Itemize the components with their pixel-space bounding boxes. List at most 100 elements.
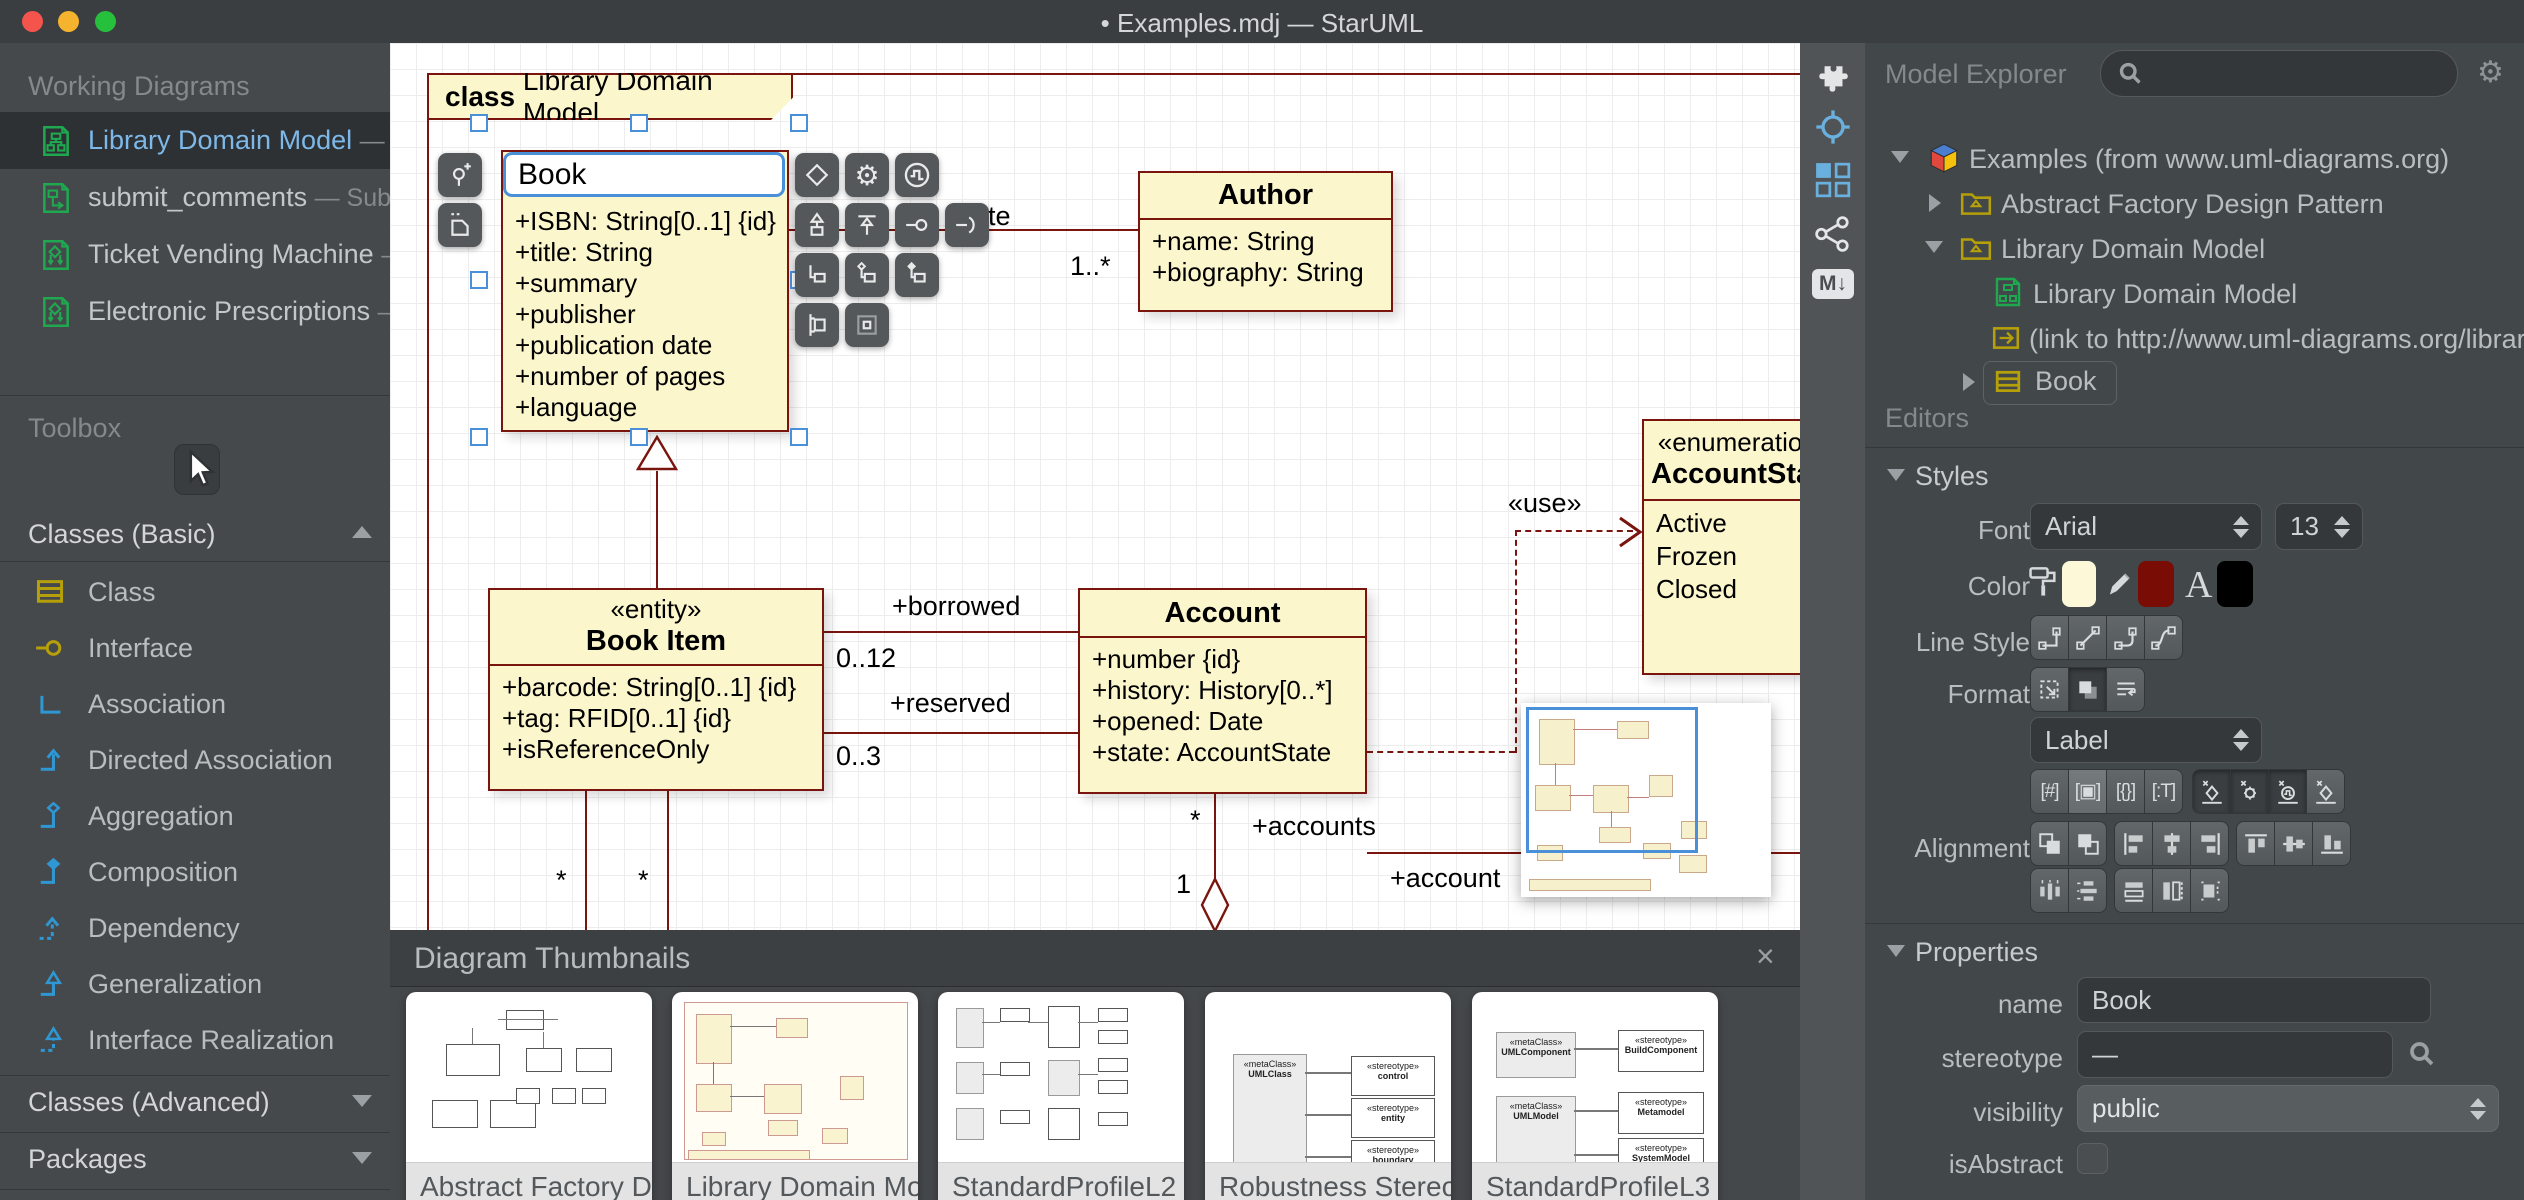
line-color-swatch[interactable] bbox=[2138, 561, 2174, 607]
tool-directed-association[interactable]: Directed Association bbox=[0, 732, 390, 788]
thumbnail-library-domain-model[interactable]: Library Domain Model bbox=[672, 992, 918, 1200]
working-diagram-library-domain-model[interactable]: Library Domain Model — Lib bbox=[0, 112, 390, 169]
section-classes-basic[interactable]: Classes (Basic) bbox=[28, 519, 216, 550]
resize-handle[interactable] bbox=[790, 428, 808, 446]
align-center-button[interactable] bbox=[2152, 821, 2191, 866]
class-name-editor[interactable]: Book bbox=[503, 152, 785, 197]
same-width-button[interactable] bbox=[2152, 868, 2191, 913]
suppress-operations-toggle[interactable] bbox=[2230, 769, 2269, 814]
class-author[interactable]: Author +name: String +biography: String bbox=[1138, 171, 1393, 312]
resize-handle[interactable] bbox=[470, 271, 488, 289]
align-right-button[interactable] bbox=[2190, 821, 2229, 866]
suppress-attributes-toggle[interactable] bbox=[2192, 769, 2231, 814]
format-shadow-button[interactable] bbox=[2068, 667, 2107, 712]
working-diagram-electronic-prescriptions[interactable]: Electronic Prescriptions — E bbox=[0, 283, 390, 340]
thumbnail-robustness-stereotypes[interactable]: «metaClass» UMLClass «stereotype» contro… bbox=[1205, 992, 1451, 1200]
align-top-button[interactable] bbox=[2236, 821, 2275, 866]
diagram-overview-minimap[interactable] bbox=[1521, 703, 1771, 897]
visibility-select[interactable]: public bbox=[2077, 1085, 2499, 1132]
font-size-stepper[interactable]: 13 bbox=[2275, 503, 2363, 550]
model-search-input[interactable] bbox=[2100, 50, 2458, 97]
line-style-oblique-button[interactable] bbox=[2068, 615, 2107, 660]
edge-reserved[interactable] bbox=[824, 732, 1078, 734]
tool-composition[interactable]: Composition bbox=[0, 844, 390, 900]
edge-bookitem-down-left[interactable] bbox=[585, 791, 587, 931]
distribute-horizontally-button[interactable] bbox=[2030, 868, 2069, 913]
thumbnail-standard-profile-l3[interactable]: «metaClass» UMLComponent «metaClass» UML… bbox=[1472, 992, 1718, 1200]
format-wordwrap-button[interactable] bbox=[2106, 667, 2145, 712]
minimap-viewport[interactable] bbox=[1526, 707, 1698, 853]
quick-association-button[interactable] bbox=[795, 253, 839, 297]
quick-composition-button[interactable] bbox=[895, 253, 939, 297]
resize-handle[interactable] bbox=[630, 114, 648, 132]
fill-color-roller-icon[interactable] bbox=[2028, 565, 2058, 599]
edge-use-dependency[interactable] bbox=[1367, 751, 1515, 753]
caret-expanded-icon[interactable] bbox=[1925, 241, 1943, 253]
resize-handle[interactable] bbox=[630, 428, 648, 446]
tool-association[interactable]: Association bbox=[0, 676, 390, 732]
edge-account-library[interactable] bbox=[1214, 794, 1216, 879]
collapse-section-icon[interactable] bbox=[352, 526, 372, 538]
line-color-pencil-icon[interactable] bbox=[2105, 565, 2133, 599]
add-note-button[interactable] bbox=[438, 203, 482, 247]
suppress-receptions-toggle[interactable] bbox=[2268, 769, 2307, 814]
collapse-styles-icon[interactable] bbox=[1887, 469, 1905, 481]
tool-interface[interactable]: Interface bbox=[0, 620, 390, 676]
tree-item-library-domain-model-package[interactable]: Library Domain Model bbox=[1865, 229, 2524, 271]
quick-interface-button[interactable] bbox=[895, 203, 939, 247]
class-account[interactable]: Account +number {id} +history: History[0… bbox=[1078, 588, 1367, 794]
isabstract-checkbox[interactable] bbox=[2077, 1143, 2108, 1174]
tool-class[interactable]: Class bbox=[0, 564, 390, 620]
tree-item-examples-project[interactable]: Examples (from www.uml-diagrams.org) bbox=[1865, 139, 2524, 181]
working-diagram-ticket-vending-machine[interactable]: Ticket Vending Machine — T bbox=[0, 226, 390, 283]
close-icon[interactable]: × bbox=[1756, 938, 1775, 975]
show-property-toggle[interactable]: [{}] bbox=[2106, 769, 2145, 814]
same-height-button[interactable] bbox=[2114, 868, 2153, 913]
quick-aggregation-button[interactable] bbox=[845, 253, 889, 297]
same-size-button[interactable] bbox=[2190, 868, 2229, 913]
quick-template-button[interactable] bbox=[795, 303, 839, 347]
edge-borrowed[interactable] bbox=[824, 631, 1078, 633]
tree-item-hyperlink[interactable]: (link to http://www.uml-diagrams.org/lib… bbox=[1865, 319, 2524, 361]
settings-gear-icon[interactable]: ⚙ bbox=[2477, 55, 2504, 90]
stereotype-field[interactable]: — bbox=[2077, 1031, 2393, 1078]
working-diagram-submit-comments[interactable]: submit_comments — Submit bbox=[0, 169, 390, 226]
tool-generalization[interactable]: Generalization bbox=[0, 956, 390, 1012]
quick-containment-button[interactable] bbox=[845, 303, 889, 347]
class-book-item[interactable]: «entity» Book Item +barcode: String[0..1… bbox=[488, 588, 824, 791]
format-autoresize-button[interactable] bbox=[2030, 667, 2069, 712]
line-style-rectilinear-button[interactable] bbox=[2030, 615, 2069, 660]
layout-panels-icon[interactable] bbox=[1814, 161, 1852, 199]
quick-statemachine-button[interactable] bbox=[895, 153, 939, 197]
edge-bookitem-down-right[interactable] bbox=[667, 791, 669, 931]
line-style-rounded-button[interactable] bbox=[2106, 615, 2145, 660]
fill-color-swatch[interactable] bbox=[2062, 561, 2096, 607]
show-type-toggle[interactable]: [:T] bbox=[2144, 769, 2183, 814]
text-format-select[interactable]: Label bbox=[2030, 717, 2262, 763]
font-color-swatch[interactable] bbox=[2217, 561, 2253, 607]
suppress-literals-toggle[interactable] bbox=[2306, 769, 2345, 814]
tool-interface-realization[interactable]: Interface Realization bbox=[0, 1012, 390, 1068]
tree-item-book-class[interactable]: Book bbox=[1865, 361, 2524, 405]
bring-to-front-button[interactable] bbox=[2068, 821, 2107, 866]
extensions-icon[interactable] bbox=[1814, 61, 1852, 99]
resize-handle[interactable] bbox=[790, 114, 808, 132]
select-tool-button[interactable] bbox=[174, 444, 220, 495]
section-classes-advanced[interactable]: Classes (Advanced) bbox=[28, 1087, 270, 1118]
resize-handle[interactable] bbox=[470, 114, 488, 132]
share-icon[interactable] bbox=[1814, 215, 1852, 253]
show-multiplicity-toggle[interactable]: [#] bbox=[2030, 769, 2069, 814]
tool-aggregation[interactable]: Aggregation bbox=[0, 788, 390, 844]
thumbnail-abstract-factory[interactable]: Abstract Factory Design Pattern bbox=[406, 992, 652, 1200]
quick-diamond-button[interactable] bbox=[795, 153, 839, 197]
align-bottom-button[interactable] bbox=[2312, 821, 2351, 866]
caret-expanded-icon[interactable] bbox=[1891, 151, 1909, 163]
tree-item-abstract-factory[interactable]: Abstract Factory Design Pattern bbox=[1865, 184, 2524, 226]
quick-realization-button[interactable] bbox=[845, 203, 889, 247]
edge-use-dependency[interactable] bbox=[1515, 530, 1517, 753]
align-middle-button[interactable] bbox=[2274, 821, 2313, 866]
expand-section-icon[interactable] bbox=[352, 1152, 372, 1164]
align-left-button[interactable] bbox=[2114, 821, 2153, 866]
quick-required-interface-button[interactable] bbox=[945, 203, 989, 247]
section-packages[interactable]: Packages bbox=[28, 1144, 147, 1175]
